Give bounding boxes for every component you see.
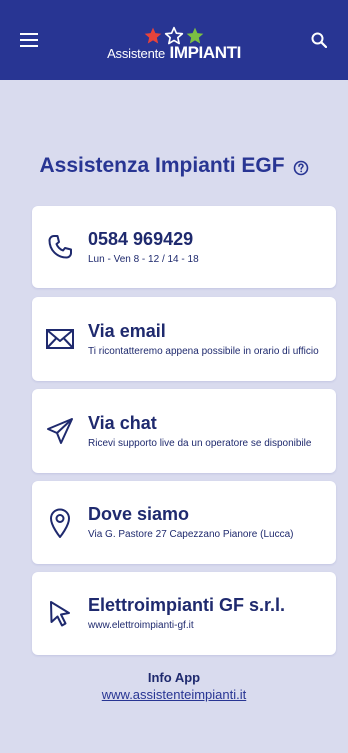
page-heading: Assistenza Impianti EGF [0,154,348,178]
app-bar: Assistente IMPIANTI [0,0,348,80]
company-name: Elettroimpianti GF s.r.l. [88,595,286,615]
chat-description: Ricevi supporto live da un operatore se … [88,437,312,449]
cursor-pointer-icon [50,600,70,626]
phone-card[interactable]: 0584 969429 Lun - Ven 8 - 12 / 14 - 18 [32,206,336,288]
menu-button[interactable] [16,27,42,53]
search-icon [311,32,327,48]
logo-text-impianti: IMPIANTI [169,42,242,62]
logo-text-assistente: Assistente [107,45,166,61]
email-card[interactable]: Via email Ti ricontatteremo appena possi… [32,297,336,381]
email-title: Via email [88,320,166,341]
phone-number: 0584 969429 [88,228,194,249]
app-website-link[interactable]: www.assistenteimpianti.it [102,687,247,702]
address: Via G. Pastore 27 Capezzano Pianore (Luc… [88,529,294,540]
logo-wordmark: Assistente IMPIANTI [107,43,241,63]
app-logo: Assistente IMPIANTI [107,26,241,63]
website-card[interactable]: Elettroimpianti GF s.r.l. www.elettroimp… [32,572,336,655]
chat-card[interactable]: Via chat Ricevi supporto live da un oper… [32,389,336,473]
help-icon[interactable] [293,160,309,176]
info-app-label: Info App [147,670,201,685]
info-app-section: Info App www.assistenteimpianti.it [0,670,348,704]
search-button[interactable] [306,27,332,53]
company-website: www.elettroimpianti-gf.it [88,620,194,631]
location-title: Dove siamo [88,504,190,524]
office-hours: Lun - Ven 8 - 12 / 14 - 18 [88,253,199,265]
location-card[interactable]: Dove siamo Via G. Pastore 27 Capezzano P… [32,481,336,564]
envelope-icon [46,329,74,349]
phone-icon [48,235,72,259]
chat-title: Via chat [88,412,157,433]
hamburger-menu-icon [20,33,38,47]
send-icon [47,418,73,444]
page-title: Assistenza Impianti EGF [39,154,285,177]
location-pin-icon [50,508,70,538]
email-description: Ti ricontatteremo appena possibile in or… [88,345,319,357]
